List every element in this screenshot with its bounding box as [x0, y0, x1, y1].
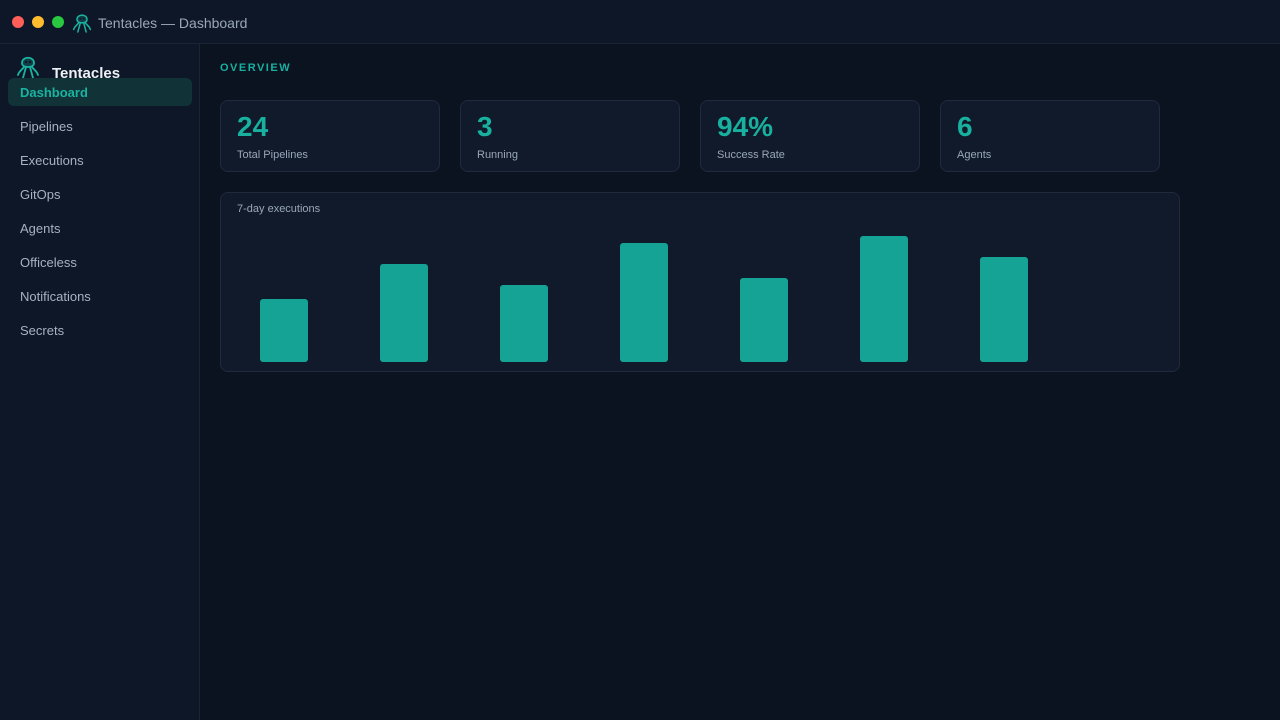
- sidebar-item-dashboard[interactable]: Dashboard: [8, 78, 192, 106]
- sidebar-item-agents[interactable]: Agents: [8, 214, 192, 242]
- executions-chart-card: 7-day executions: [220, 192, 1180, 372]
- chart-bar-1: [260, 299, 308, 362]
- chart-bar-7: [980, 257, 1028, 362]
- sidebar-item-label: Pipelines: [20, 119, 73, 134]
- stat-card-total-pipelines[interactable]: 24 Total Pipelines: [220, 100, 440, 172]
- sidebar-item-executions[interactable]: Executions: [8, 146, 192, 174]
- sidebar-item-label: Officeless: [20, 255, 77, 270]
- stat-value: 3: [477, 111, 493, 142]
- chart-bar-6: [860, 236, 908, 362]
- close-window-button[interactable]: [12, 16, 24, 28]
- chart-bar-2: [380, 264, 428, 362]
- stat-label: Running: [477, 149, 518, 161]
- octopus-icon: [72, 14, 92, 33]
- sidebar-item-label: Secrets: [20, 323, 65, 338]
- stat-card-agents[interactable]: 6 Agents: [940, 100, 1160, 172]
- sidebar-item-label: Notifications: [20, 289, 91, 304]
- stat-value: 24: [237, 111, 269, 142]
- sidebar-item-label: Executions: [20, 153, 84, 168]
- stat-label: Success Rate: [717, 149, 785, 161]
- stat-value: 94%: [717, 111, 774, 142]
- sidebar-item-pipelines[interactable]: Pipelines: [8, 112, 192, 140]
- stat-card-running[interactable]: 3 Running: [460, 100, 680, 172]
- sidebar-item-secrets[interactable]: Secrets: [8, 316, 192, 344]
- sidebar-item-label: GitOps: [20, 187, 61, 202]
- stat-value: 6: [957, 111, 973, 142]
- octopus-icon: [17, 56, 39, 79]
- maximize-window-button[interactable]: [52, 16, 64, 28]
- title-bar: Tentacles — Dashboard: [0, 0, 1280, 44]
- section-heading: OVERVIEW: [220, 62, 292, 74]
- minimize-window-button[interactable]: [32, 16, 44, 28]
- sidebar-item-officeless[interactable]: Officeless: [8, 248, 192, 276]
- sidebar: Tentacles Dashboard Pipelines Executions…: [0, 44, 200, 720]
- window-title: Tentacles — Dashboard: [98, 15, 248, 31]
- executions-bar-chart: [260, 236, 1028, 362]
- sidebar-item-gitops[interactable]: GitOps: [8, 180, 192, 208]
- stat-card-success-rate[interactable]: 94% Success Rate: [700, 100, 920, 172]
- chart-bar-5: [740, 278, 788, 362]
- stat-label: Agents: [957, 149, 992, 161]
- sidebar-item-label: Dashboard: [20, 85, 88, 100]
- chart-bar-3: [500, 285, 548, 362]
- sidebar-item-notifications[interactable]: Notifications: [8, 282, 192, 310]
- chart-bar-4: [620, 243, 668, 362]
- stat-label: Total Pipelines: [237, 149, 308, 161]
- sidebar-item-label: Agents: [20, 221, 61, 236]
